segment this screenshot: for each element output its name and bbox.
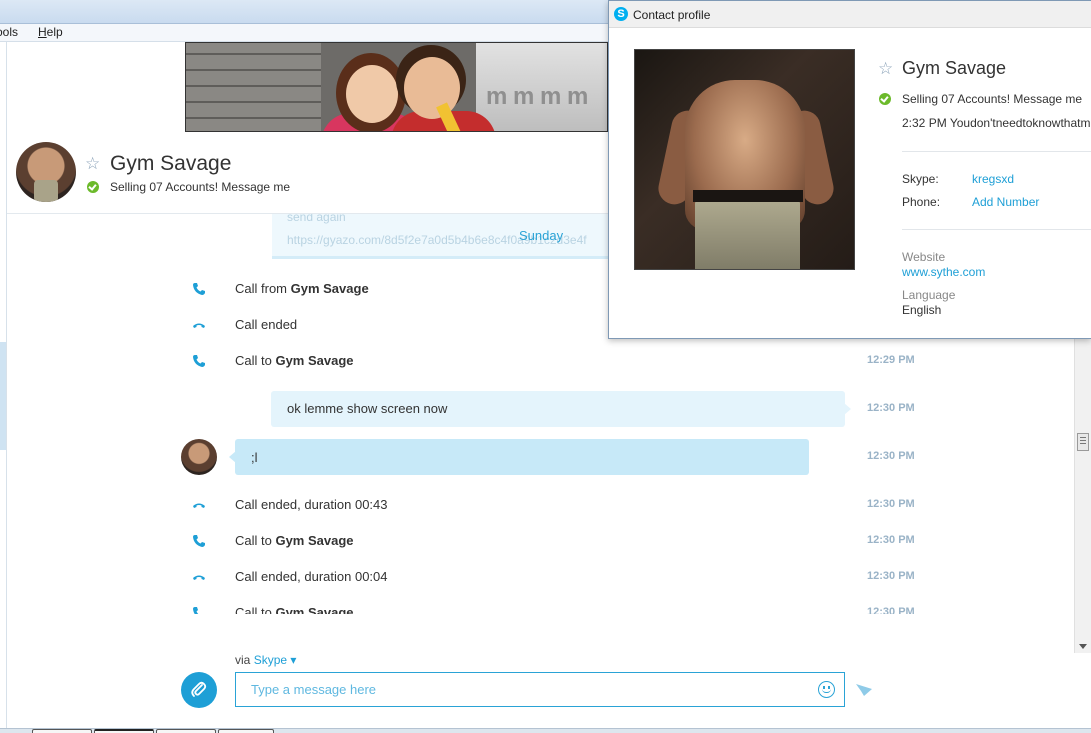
call-event-text: Call ended [235,317,298,332]
send-button[interactable] [855,682,873,698]
menu-item-tools[interactable]: Tools [0,25,18,39]
outgoing-message-bubble[interactable]: ok lemme show screen now [271,391,851,427]
online-status-icon [87,181,99,193]
profile-window-title: Contact profile [633,8,711,22]
language-value: English [902,303,942,317]
call-event-text: Call to Gym Savage [235,533,354,548]
message-text: ok lemme show screen now [287,401,448,416]
message-timestamp: 12:30 PM [867,402,915,414]
skype-logo-icon: S [614,7,628,21]
menu-bar: Tools Help [0,24,620,42]
taskbar-button[interactable] [32,729,92,733]
message-input[interactable] [235,672,845,707]
call-event-text: Call to Gym Savage [235,353,354,368]
day-separator: Sunday [519,228,564,243]
contact-avatar[interactable] [16,142,76,202]
profile-window-titlebar[interactable]: S Contact profile [609,1,1091,28]
menu-item-help[interactable]: Help [38,25,63,39]
call-ended-icon [190,316,208,334]
scroll-down-icon[interactable] [1079,644,1087,649]
website-label: Website [902,250,946,264]
website-link[interactable]: www.sythe.com [902,265,985,279]
message-timestamp: 12:29 PM [867,354,915,366]
taskbar-button[interactable] [94,729,154,733]
add-number-link[interactable]: Add Number [972,195,1039,209]
call-event-text: Call from Gym Savage [235,281,369,296]
chevron-down-icon[interactable]: ▾ [287,653,296,667]
paperclip-icon [191,681,207,697]
message-timestamp: 12:30 PM [867,534,915,546]
message-timestamp: 12:30 PM [867,498,915,510]
contact-profile-window: S Contact profile ☆ Gym Savage Selling 0… [608,0,1091,339]
skype-id-value[interactable]: kregsxd [972,172,1014,186]
contacts-sidebar-edge [0,42,7,728]
conversation-scrollbar[interactable] [1074,338,1091,653]
selected-contact-highlight[interactable] [0,342,6,450]
attach-button[interactable] [181,672,217,708]
sender-avatar[interactable] [181,439,217,475]
call-event-text: Call ended, duration 00:04 [235,569,388,584]
language-label: Language [902,288,956,302]
contact-mood-message: Selling 07 Accounts! Message me [110,180,291,194]
conversation-header: ☆ Gym Savage Selling 07 Accounts! Messag… [7,132,608,214]
message-text: ;l [251,450,258,465]
profile-local-time: 2:32 PM Youdon'tneedtoknowthatm [902,116,1091,130]
favorite-star-icon[interactable]: ☆ [85,154,100,174]
profile-mood-message: Selling 07 Accounts! Message me [902,92,1083,106]
profile-picture[interactable] [634,49,855,270]
call-icon [190,532,208,550]
call-icon [190,280,208,298]
via-service-selector[interactable]: via Skype ▾ [235,653,296,667]
profile-name: Gym Savage [902,58,1007,78]
phone-label: Phone: [902,195,941,209]
taskbar-button[interactable] [218,729,274,733]
ad-banner-image[interactable]: m m m m [185,42,608,132]
skype-id-label: Skype: [902,172,939,186]
history-clip-edge [170,614,930,640]
via-service-name[interactable]: Skype [254,653,287,667]
taskbar-button[interactable] [156,729,216,733]
call-ended-icon [190,496,208,514]
scrollbar-thumb[interactable] [1077,433,1089,451]
contact-name[interactable]: Gym Savage [110,152,231,176]
online-status-icon [879,93,891,105]
smiley-icon[interactable] [818,681,835,698]
incoming-message-bubble[interactable]: ;l [229,439,809,475]
call-ended-icon [190,568,208,586]
favorite-star-icon[interactable]: ☆ [878,59,893,79]
message-timestamp: 12:30 PM [867,450,915,462]
message-timestamp: 12:30 PM [867,570,915,582]
call-icon [190,352,208,370]
call-event-text: Call ended, duration 00:43 [235,497,388,512]
earlier-message-line: send again [287,214,346,224]
